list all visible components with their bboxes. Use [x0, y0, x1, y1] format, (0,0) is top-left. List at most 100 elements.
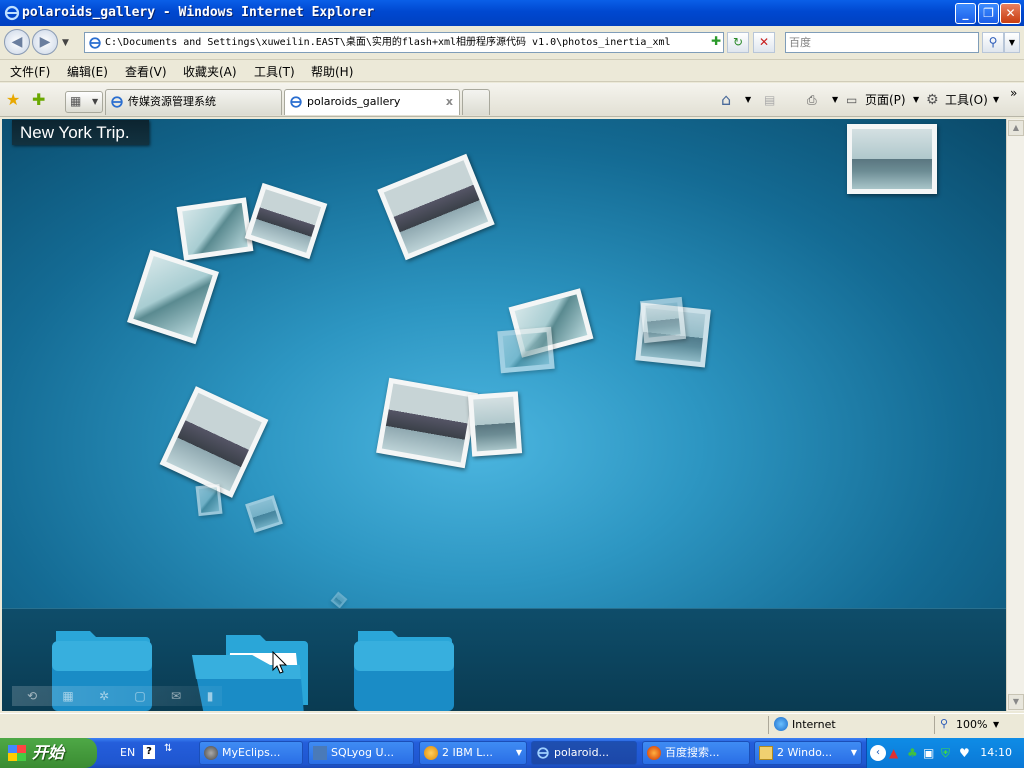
- search-input[interactable]: 百度: [785, 32, 979, 53]
- photo-polaroid[interactable]: [639, 296, 687, 344]
- security-shield-icon[interactable]: ✚: [706, 32, 726, 53]
- taskbar-item-ibm-group[interactable]: 2 IBM L... ▼: [419, 741, 527, 765]
- menu-tools[interactable]: 工具(T): [254, 63, 295, 80]
- zoom-level[interactable]: 100%: [956, 718, 987, 731]
- album-folder-icon[interactable]: [352, 627, 456, 711]
- scroll-up-button[interactable]: ▲: [1008, 120, 1024, 136]
- ime-options-icon[interactable]: ⇅: [164, 743, 172, 754]
- photo-polaroid[interactable]: [245, 495, 283, 533]
- myeclipse-icon: [204, 746, 218, 760]
- folder-icon: [759, 746, 773, 760]
- tray-expand-icon[interactable]: ‹: [870, 745, 886, 761]
- page-menu[interactable]: 页面(P): [865, 90, 906, 110]
- refresh-button[interactable]: ↻: [727, 32, 749, 53]
- search-icon: ⚲: [988, 35, 998, 49]
- forward-button[interactable]: ▶: [32, 29, 58, 55]
- photo-polaroid[interactable]: [497, 326, 555, 374]
- window-title: polaroids_gallery - Windows Internet Exp…: [22, 5, 375, 20]
- ie-logo-icon: [537, 747, 549, 759]
- scroll-down-button[interactable]: ▼: [1008, 694, 1024, 710]
- photo-polaroid[interactable]: [159, 386, 269, 498]
- menu-file[interactable]: 文件(F): [10, 63, 50, 80]
- email-icon[interactable]: ✉: [168, 688, 184, 704]
- search-options-dropdown[interactable]: ▼: [1004, 32, 1020, 53]
- photo-polaroid[interactable]: [176, 197, 254, 261]
- globe-icon: [774, 717, 788, 731]
- maximize-button[interactable]: ❐: [978, 3, 999, 24]
- stop-icon: ✕: [758, 35, 770, 49]
- grid-view-icon[interactable]: ▦: [60, 688, 76, 704]
- minimize-button[interactable]: _: [955, 3, 976, 24]
- favorites-star-icon[interactable]: ★: [6, 90, 20, 110]
- photo-polaroid[interactable]: [127, 249, 219, 345]
- taskbar-item-sqlyog[interactable]: SQLyog U...: [308, 741, 414, 765]
- home-dropdown[interactable]: ▼: [745, 90, 751, 110]
- mouse-cursor-icon: [272, 651, 288, 674]
- vertical-scrollbar[interactable]: ▲ ▼: [1006, 119, 1024, 711]
- add-favorite-icon[interactable]: ✚: [32, 90, 45, 110]
- page-dropdown[interactable]: ▼: [913, 90, 919, 110]
- gallery-viewport[interactable]: New York Trip. ⟲ ▦ ✲ ▢ ✉ ▮: [2, 119, 1006, 711]
- print-icon[interactable]: ⎙: [807, 90, 817, 110]
- fullscreen-icon[interactable]: ▢: [132, 688, 148, 704]
- tray-monitor-icon[interactable]: ▣: [923, 746, 934, 760]
- zoom-dropdown[interactable]: ▼: [993, 720, 999, 729]
- photo-polaroid[interactable]: [244, 182, 328, 260]
- menu-edit[interactable]: 编辑(E): [67, 63, 108, 80]
- taskbar-item-polaroid[interactable]: polaroid...: [531, 741, 637, 765]
- refresh-icon: ↻: [732, 35, 744, 49]
- address-url: C:\Documents and Settings\xuweilin.EAST\…: [105, 37, 671, 48]
- ie-page-icon: [111, 96, 123, 108]
- chevron-down-icon: ▼: [850, 748, 857, 757]
- address-bar[interactable]: C:\Documents and Settings\xuweilin.EAST\…: [84, 32, 724, 53]
- tools-menu[interactable]: 工具(O): [945, 90, 988, 110]
- photo-polaroid[interactable]: [195, 483, 223, 517]
- photo-polaroid[interactable]: [467, 391, 523, 457]
- tools-dropdown[interactable]: ▼: [993, 90, 999, 110]
- back-button[interactable]: ◀: [4, 29, 30, 55]
- menu-view[interactable]: 查看(V): [125, 63, 167, 80]
- recent-pages-dropdown[interactable]: ▼: [62, 38, 69, 48]
- menu-help[interactable]: 帮助(H): [311, 63, 353, 80]
- quick-tabs-icon: ▦: [70, 94, 82, 108]
- tray-app-icon[interactable]: ▲: [889, 746, 898, 760]
- tray-shield-icon[interactable]: ⛨: [941, 746, 950, 761]
- tab-polaroids-gallery[interactable]: polaroids_gallery x: [284, 89, 460, 115]
- status-bar: Internet ⚲ 100% ▼: [0, 713, 1024, 735]
- stop-button[interactable]: ✕: [753, 32, 775, 53]
- window-title-bar: polaroids_gallery - Windows Internet Exp…: [0, 0, 1024, 26]
- start-button[interactable]: 开始: [0, 738, 97, 768]
- feeds-icon[interactable]: ▤: [764, 90, 775, 110]
- help-icon[interactable]: ?: [143, 745, 155, 759]
- photo-polaroid[interactable]: [376, 377, 478, 469]
- search-button[interactable]: ⚲: [982, 32, 1004, 53]
- print-dropdown[interactable]: ▼: [832, 90, 838, 110]
- menu-favorites[interactable]: 收藏夹(A): [183, 63, 237, 80]
- shuffle-icon[interactable]: ⟲: [24, 688, 40, 704]
- home-icon[interactable]: ⌂: [721, 90, 731, 110]
- zoom-icon: ⚲: [940, 717, 949, 730]
- chevron-down-icon: ▼: [92, 97, 99, 106]
- taskbar-item-myeclipse[interactable]: MyEclips...: [199, 741, 303, 765]
- photo-thumbnail[interactable]: [847, 124, 937, 194]
- ie-page-icon: [290, 96, 302, 108]
- tray-network-icon[interactable]: ♣: [907, 746, 918, 760]
- scatter-view-icon[interactable]: ✲: [96, 688, 112, 704]
- photo-polaroid[interactable]: [330, 591, 348, 609]
- toolbar-overflow-button[interactable]: »: [1010, 83, 1017, 103]
- tray-security-icon[interactable]: ♥: [959, 746, 970, 760]
- forward-arrow-icon: ▶: [39, 34, 51, 50]
- quick-tabs-button[interactable]: ▦ ▼: [65, 91, 103, 113]
- taskbar-item-windows-group[interactable]: 2 Windo... ▼: [754, 741, 862, 765]
- tab-media-system[interactable]: 传媒资源管理系统: [105, 89, 282, 115]
- close-button[interactable]: ✕: [1000, 3, 1021, 24]
- clock[interactable]: 14:10: [980, 738, 1012, 768]
- volume-icon[interactable]: ▮: [202, 688, 218, 704]
- new-tab-button[interactable]: [462, 89, 490, 115]
- photo-polaroid[interactable]: [377, 153, 495, 261]
- tab-close-button[interactable]: x: [446, 90, 453, 114]
- language-indicator[interactable]: EN: [120, 746, 135, 759]
- sqlyog-icon: [313, 746, 327, 760]
- taskbar-item-baidu[interactable]: 百度搜索...: [642, 741, 750, 765]
- tab-toolbar: ★ ✚ ▦ ▼ 传媒资源管理系统 polaroids_gallery x ⌂ ▼…: [0, 83, 1024, 117]
